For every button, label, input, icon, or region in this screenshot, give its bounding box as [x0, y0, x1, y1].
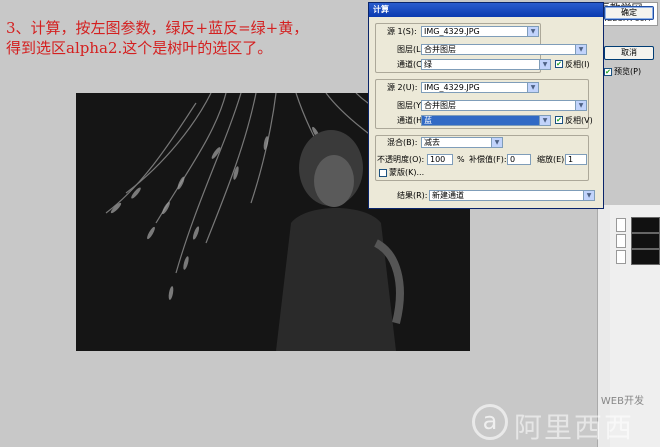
layer-visibility-toggle[interactable]: [616, 218, 626, 232]
offset-input[interactable]: 0: [507, 154, 531, 165]
layer-visibility-toggle[interactable]: [616, 234, 626, 248]
chevron-down-icon: ▼: [575, 45, 586, 54]
source2-layer-value: 合并图层: [424, 101, 456, 110]
chevron-down-icon: ▼: [539, 116, 550, 125]
chevron-down-icon: ▼: [527, 83, 538, 92]
brand-watermark: WEB开发 a 阿里西西: [472, 392, 652, 444]
blend-mode-value: 减去: [424, 138, 440, 147]
opacity-input[interactable]: 100: [427, 154, 453, 165]
result-select[interactable]: 新建通道 ▼: [429, 190, 595, 201]
chevron-down-icon: ▼: [583, 191, 594, 200]
source2-label: 源 2(U):: [387, 83, 418, 92]
blend-mode-select[interactable]: 减去 ▼: [421, 137, 503, 148]
preview-checkbox[interactable]: ✔: [604, 68, 612, 76]
source2-file-value: IMG_4329.JPG: [424, 83, 480, 92]
source2-invert-label: 反相(V): [565, 116, 593, 125]
calculations-dialog: 计算 源 1(S): IMG_4329.JPG ▼ 图层(L): 合并图层 ▼ …: [368, 2, 604, 209]
layer-visibility-toggle[interactable]: [616, 250, 626, 264]
mask-label[interactable]: 蒙版(K)...: [389, 168, 424, 178]
instruction-line-1: 3、计算，按左图参数，绿反+蓝反=绿+黄，: [6, 19, 309, 37]
source2-channel-value: 蓝: [424, 116, 432, 125]
cancel-button[interactable]: 取消: [604, 46, 654, 60]
source1-file-value: IMG_4329.JPG: [424, 27, 480, 36]
scale-input[interactable]: 1: [565, 154, 587, 165]
source1-layer-value: 合并图层: [424, 45, 456, 54]
instruction-line-2: 得到选区alpha2.这个是树叶的选区了。: [6, 39, 273, 57]
dialog-title[interactable]: 计算: [369, 3, 603, 17]
watermark-web-text: WEB开发: [600, 396, 644, 407]
offset-label: 补偿值(F):: [469, 155, 507, 164]
chevron-down-icon: ▼: [527, 27, 538, 36]
preview-label: 预览(P): [614, 67, 642, 76]
source2-layer-select[interactable]: 合并图层 ▼: [421, 100, 587, 111]
chevron-down-icon: ▼: [491, 138, 502, 147]
source2-invert-checkbox[interactable]: ✔: [555, 116, 563, 124]
layer-thumbnail[interactable]: [631, 233, 660, 249]
source1-label: 源 1(S):: [387, 27, 417, 36]
source1-channel-select[interactable]: 绿 ▼: [421, 59, 551, 70]
scale-label: 缩放(E):: [537, 155, 567, 164]
layer-thumbnail[interactable]: [631, 217, 660, 233]
brand-name: 阿里西西: [514, 411, 635, 444]
result-label: 结果(R):: [397, 191, 428, 200]
layer-thumbnail[interactable]: [631, 249, 660, 265]
result-value: 新建通道: [432, 191, 464, 200]
chevron-down-icon: ▼: [539, 60, 550, 69]
source1-file-select[interactable]: IMG_4329.JPG ▼: [421, 26, 539, 37]
source1-channel-value: 绿: [424, 60, 432, 69]
brand-logo-icon: a: [472, 404, 508, 440]
ok-button[interactable]: 确定: [604, 6, 654, 20]
blend-label: 混合(B):: [387, 138, 418, 147]
opacity-percent: %: [457, 155, 465, 164]
mask-checkbox[interactable]: [379, 169, 387, 177]
chevron-down-icon: ▼: [575, 101, 586, 110]
source1-invert-label: 反相(I): [565, 60, 590, 69]
source2-file-select[interactable]: IMG_4329.JPG ▼: [421, 82, 539, 93]
opacity-label: 不透明度(O):: [377, 155, 425, 164]
source1-invert-checkbox[interactable]: ✔: [555, 60, 563, 68]
source2-channel-select[interactable]: 蓝 ▼: [421, 115, 551, 126]
source1-layer-select[interactable]: 合并图层 ▼: [421, 44, 587, 55]
